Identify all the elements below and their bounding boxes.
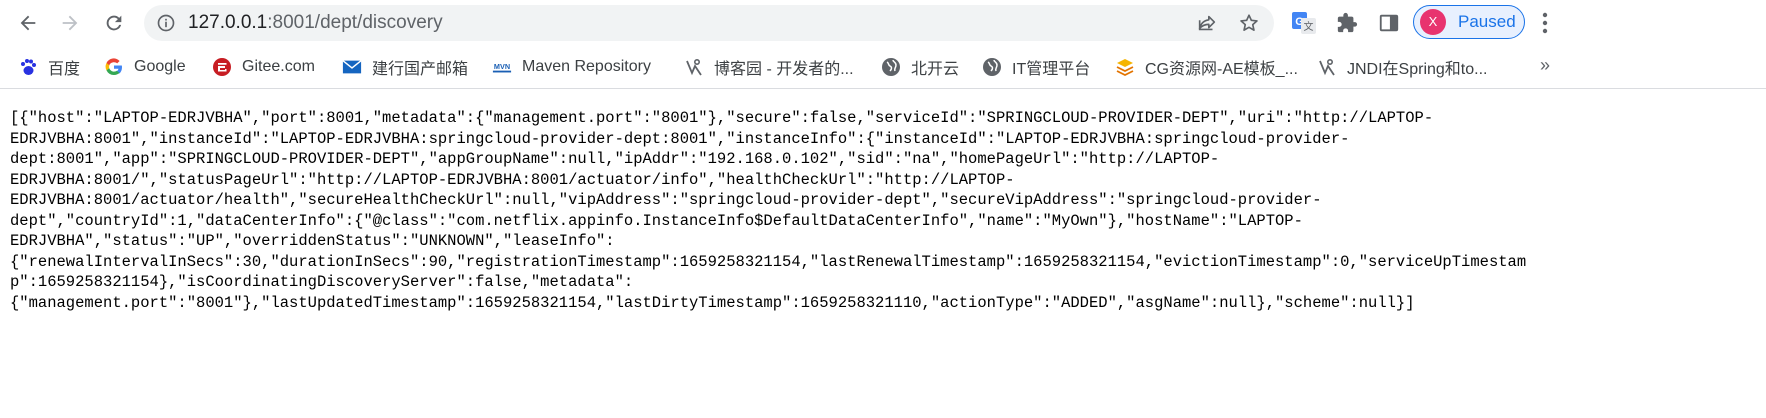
bookmark-label: JNDI在Spring和to... (1347, 61, 1488, 78)
bookmarks-bar: 百度 Google Gitee.com 建行国产邮箱 MVN Maven Rep… (0, 46, 1766, 89)
cnblogs-icon (1317, 57, 1337, 77)
extensions-button[interactable] (1334, 10, 1360, 36)
bookmark-label: 博客园 - 开发者的... (714, 61, 854, 78)
google-translate-icon: G 文 (1292, 12, 1316, 34)
site-info-icon[interactable] (156, 13, 176, 33)
avatar: X (1420, 9, 1446, 35)
bookmark-label: Maven Repository (522, 58, 651, 75)
more-menu-icon[interactable] (1533, 10, 1557, 36)
bookmark-baidu[interactable]: 百度 (18, 56, 80, 78)
maven-icon: MVN (492, 57, 512, 77)
side-panel-icon (1379, 14, 1399, 32)
profile-button[interactable]: X Paused (1413, 5, 1525, 39)
bookmark-gitee[interactable]: Gitee.com (212, 56, 315, 78)
reload-icon (106, 15, 122, 31)
bookmark-label: 百度 (48, 61, 81, 78)
url-text[interactable]: 127.0.0.1:8001/dept/discovery (188, 13, 443, 33)
bookmark-ccb-mail[interactable]: 建行国产邮箱 (342, 56, 468, 78)
globe-icon (881, 57, 901, 77)
side-panel-button[interactable] (1376, 10, 1402, 36)
bookmarks-overflow-button[interactable]: » (1540, 55, 1550, 76)
bookmark-maven[interactable]: MVN Maven Repository (492, 56, 651, 78)
bookmark-label: Google (134, 58, 186, 75)
globe-icon (982, 57, 1002, 77)
bookmark-label: IT管理平台 (1012, 61, 1091, 78)
bookmark-label: Gitee.com (242, 58, 315, 75)
forward-arrow-icon (62, 15, 78, 31)
baidu-paw-icon (18, 57, 38, 77)
url-path: :8001/dept/discovery (267, 12, 443, 33)
json-response-text: [{"host":"LAPTOP-EDRJVBHA","port":8001,"… (10, 109, 1527, 312)
google-g-icon (104, 57, 124, 77)
bookmark-it-platform[interactable]: IT管理平台 (982, 56, 1090, 78)
puzzle-icon (1337, 12, 1358, 33)
translate-extension-icon[interactable]: G 文 (1291, 10, 1317, 36)
gitee-icon (212, 57, 232, 77)
profile-status: Paused (1458, 12, 1516, 31)
forward-button[interactable] (54, 7, 86, 39)
bookmark-cg-resources[interactable]: CG资源网-AE模板_... (1115, 56, 1298, 78)
bookmark-label: 北开云 (911, 61, 960, 78)
svg-text:文: 文 (1304, 20, 1314, 33)
bookmark-star-icon[interactable] (1238, 12, 1260, 34)
bookmark-jndi-spring[interactable]: JNDI在Spring和to... (1317, 56, 1488, 78)
back-button[interactable] (12, 7, 44, 39)
share-icon[interactable] (1196, 12, 1218, 34)
bookmark-google[interactable]: Google (104, 56, 186, 78)
browser-toolbar: 127.0.0.1:8001/dept/discovery G 文 X Paus… (0, 0, 1766, 46)
address-bar[interactable]: 127.0.0.1:8001/dept/discovery (144, 5, 1274, 41)
cg-icon (1115, 57, 1135, 77)
bookmark-label: CG资源网-AE模板_... (1145, 61, 1298, 78)
bookmark-label: 建行国产邮箱 (372, 61, 469, 78)
url-host: 127.0.0.1 (188, 12, 268, 33)
bookmark-beikaiyun[interactable]: 北开云 (881, 56, 959, 78)
back-arrow-icon (20, 15, 36, 31)
svg-text:MVN: MVN (494, 62, 510, 71)
reload-button[interactable] (98, 7, 130, 39)
mail-envelope-icon (342, 57, 362, 77)
cnblogs-icon (684, 57, 704, 77)
bookmark-cnblogs[interactable]: 博客园 - 开发者的... (684, 56, 854, 78)
